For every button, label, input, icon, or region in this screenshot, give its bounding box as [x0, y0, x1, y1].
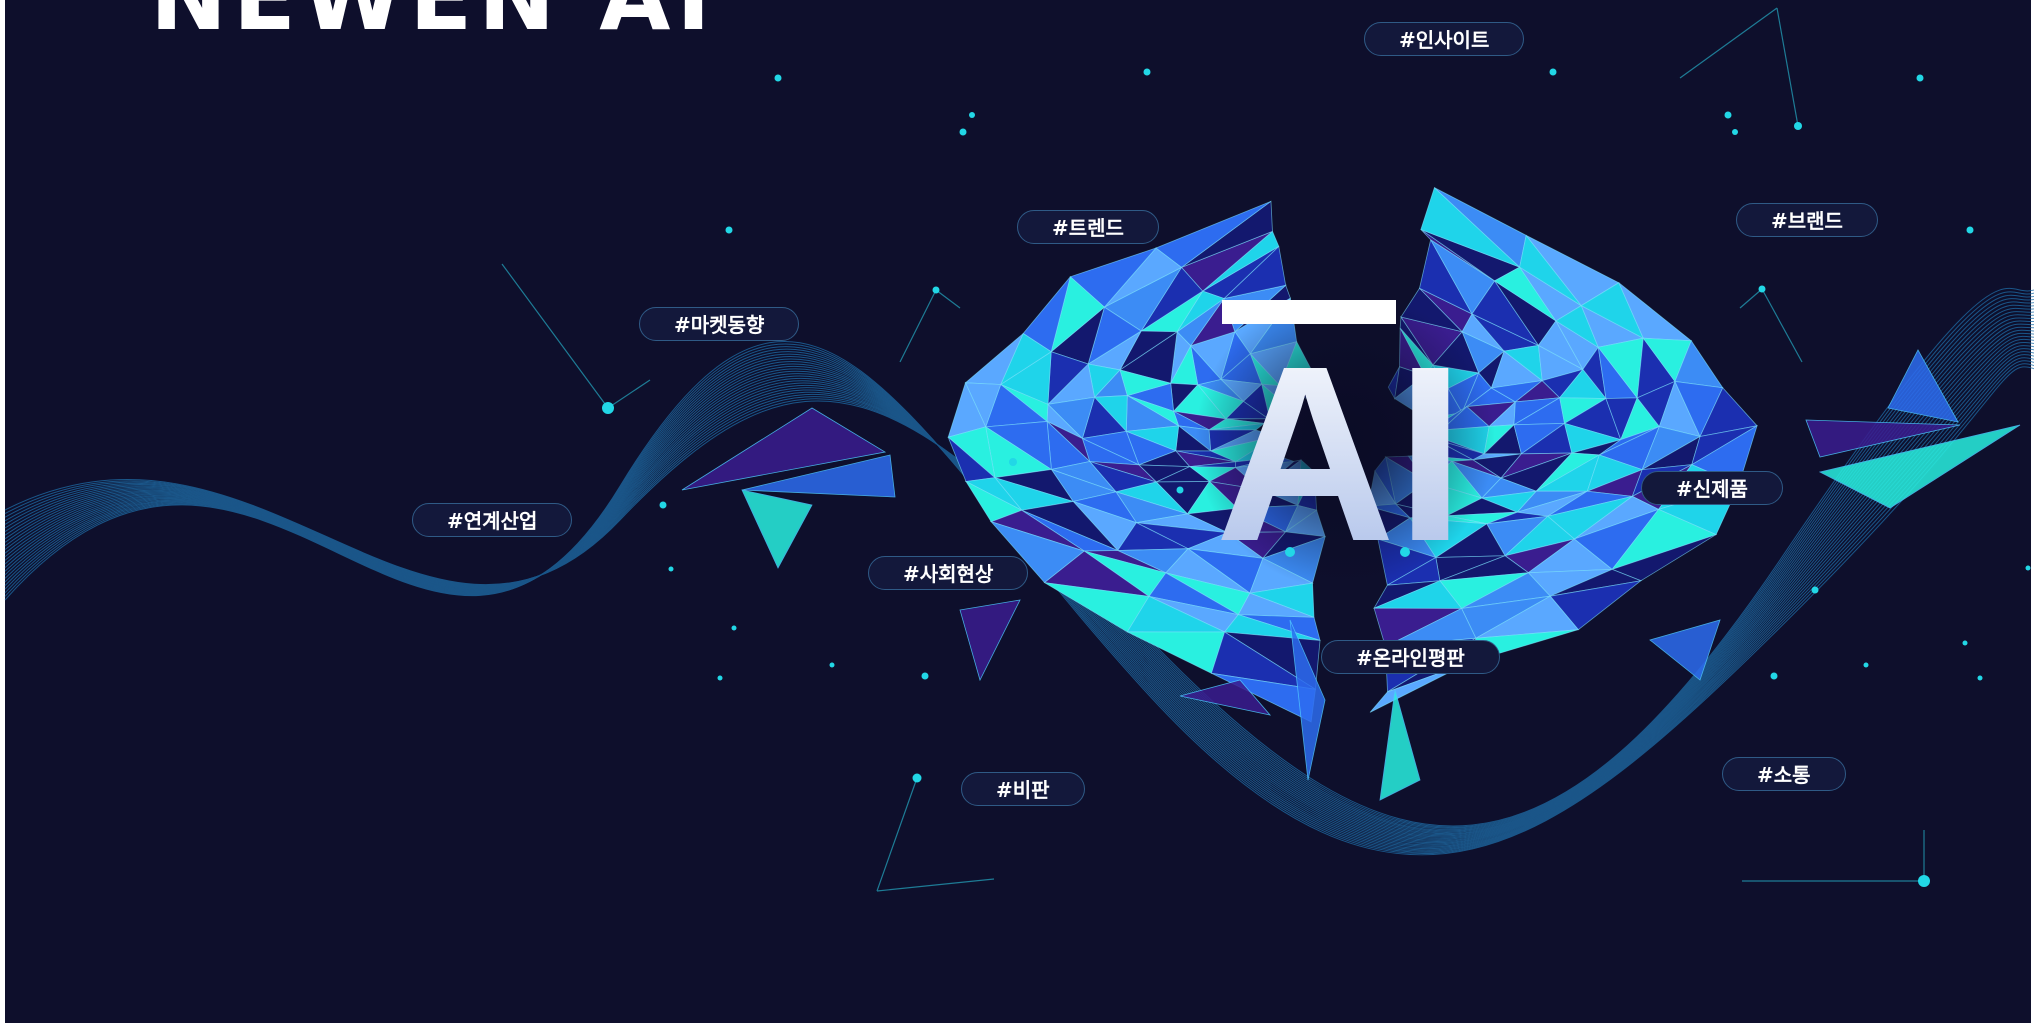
- ai-emblem-text: AI: [1215, 314, 1465, 560]
- particle-dot: [1962, 640, 1968, 646]
- constellation-line: [876, 878, 995, 892]
- particle-dot: [1977, 675, 1983, 681]
- particle-dot: [1794, 122, 1802, 130]
- particle-dot: [969, 112, 975, 118]
- particle-dot: [602, 402, 614, 414]
- particle-dot: [1143, 68, 1151, 76]
- tag-criticism[interactable]: #비판: [961, 772, 1085, 806]
- tag-brand[interactable]: #브랜드: [1736, 203, 1878, 237]
- particle-dot: [659, 501, 667, 509]
- particle-dot: [774, 74, 782, 82]
- particle-dot: [717, 675, 723, 681]
- particle-dot: [2025, 565, 2031, 571]
- tag-online-reputation[interactable]: #온라인평판: [1321, 640, 1500, 674]
- particle-dot: [1863, 662, 1869, 668]
- tag-new-product[interactable]: #신제품: [1641, 471, 1783, 505]
- particle-dot: [1724, 111, 1732, 119]
- constellation-line: [935, 289, 961, 309]
- particle-dot: [959, 128, 967, 136]
- particle-dot: [1916, 74, 1924, 82]
- particle-dot: [1732, 129, 1738, 135]
- hero-stage: NEWEN AI AI #인사이트 #트렌드 #브랜드 #마켓동향 #연계산업 …: [0, 0, 2034, 1023]
- floating-shard: [959, 599, 1021, 682]
- particle-dot: [1966, 226, 1974, 234]
- particle-dot: [1758, 285, 1766, 293]
- particle-dot: [668, 566, 674, 572]
- particle-dot: [912, 773, 922, 783]
- particle-dot: [731, 625, 737, 631]
- particle-dot: [921, 672, 929, 680]
- constellation-line: [1776, 7, 1799, 127]
- constellation-line: [1679, 7, 1778, 79]
- tag-related-industry[interactable]: #연계산업: [412, 503, 573, 537]
- floating-shard: [1379, 689, 1421, 801]
- particle-dot: [1770, 672, 1778, 680]
- tag-trend[interactable]: #트렌드: [1017, 210, 1159, 244]
- tag-social-phenomenon[interactable]: #사회현상: [868, 556, 1029, 590]
- constellation-line: [876, 777, 918, 892]
- background-illustration: [4, 7, 2034, 892]
- particle-dot: [1009, 458, 1017, 466]
- constellation-line: [1739, 288, 1763, 309]
- particle-dot: [932, 286, 940, 294]
- ai-emblem: AI: [1215, 300, 1465, 560]
- constellation-line: [899, 289, 937, 363]
- constellation-line: [1761, 288, 1803, 363]
- particle-dot: [1176, 486, 1184, 494]
- particle-dot: [1811, 586, 1819, 594]
- tag-market-trend[interactable]: #마켓동향: [639, 307, 800, 341]
- constellation-line: [501, 263, 609, 409]
- particle-dot: [725, 226, 733, 234]
- tag-communication[interactable]: #소통: [1722, 757, 1846, 791]
- constellation-line: [607, 379, 651, 409]
- tag-insight[interactable]: #인사이트: [1364, 22, 1525, 56]
- brand-logo: NEWEN AI: [150, 0, 717, 44]
- particle-dot: [829, 662, 835, 668]
- particle-dot: [1549, 68, 1557, 76]
- floating-shard: [741, 489, 813, 569]
- particle-dot: [1918, 875, 1930, 887]
